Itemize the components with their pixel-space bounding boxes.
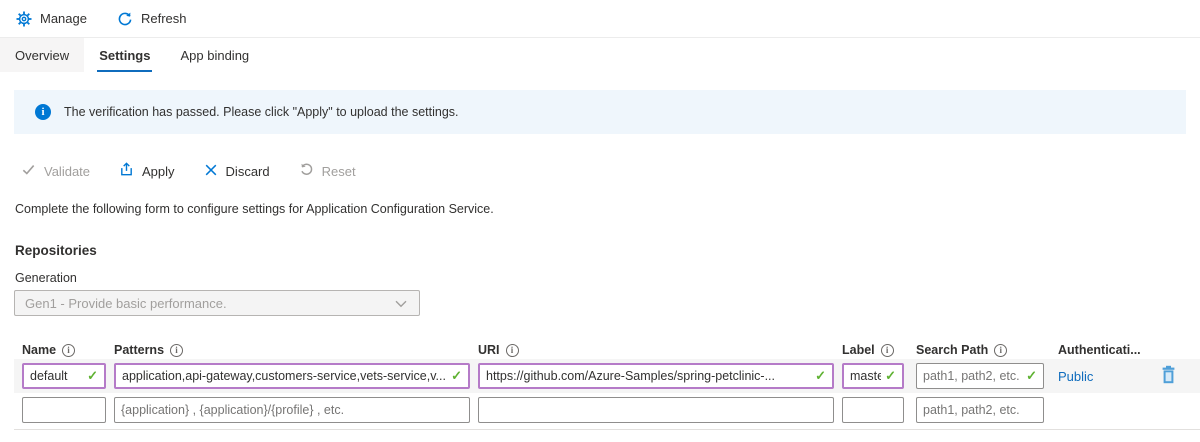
tab-overview-label: Overview xyxy=(15,48,69,63)
row2-label-input[interactable] xyxy=(849,403,897,417)
valid-check-icon: ✓ xyxy=(87,368,98,384)
apply-button[interactable]: Apply xyxy=(119,162,175,180)
check-icon xyxy=(21,162,36,180)
validate-button[interactable]: Validate xyxy=(21,162,90,180)
row1-uri-field[interactable]: ✓ xyxy=(478,363,834,389)
delete-row-button[interactable] xyxy=(1158,365,1178,387)
row1-name-input[interactable] xyxy=(30,369,83,383)
upload-icon xyxy=(119,162,134,180)
undo-arrow-icon xyxy=(299,162,314,180)
gear-icon xyxy=(16,11,32,27)
row1-label-input[interactable] xyxy=(850,369,881,383)
refresh-icon xyxy=(117,11,133,27)
header-search-path: Search Path i xyxy=(916,343,1044,357)
row1-patterns-input[interactable] xyxy=(122,369,447,383)
row2-label-field[interactable] xyxy=(842,397,904,423)
row2-uri-field[interactable] xyxy=(478,397,834,423)
row1-search-path-input[interactable] xyxy=(923,369,1022,383)
tab-bar: Overview Settings App binding xyxy=(0,38,1200,72)
row1-label-field[interactable]: ✓ xyxy=(842,363,904,389)
row1-name-field[interactable]: ✓ xyxy=(22,363,106,389)
info-icon[interactable]: i xyxy=(62,344,75,357)
chevron-down-icon xyxy=(395,296,407,311)
table-row xyxy=(14,393,1200,427)
row2-search-path-input[interactable] xyxy=(923,403,1037,417)
repositories-heading: Repositories xyxy=(15,243,1200,258)
header-authentication: Authenticati... xyxy=(1058,343,1141,357)
valid-check-icon: ✓ xyxy=(885,368,896,384)
generation-label: Generation xyxy=(15,271,1200,285)
info-icon[interactable]: i xyxy=(881,344,894,357)
tab-overview[interactable]: Overview xyxy=(0,38,84,72)
validate-label: Validate xyxy=(44,164,90,179)
row1-uri-input[interactable] xyxy=(486,369,811,383)
reset-button[interactable]: Reset xyxy=(299,162,356,180)
tab-settings-label: Settings xyxy=(99,48,150,63)
row1-patterns-field[interactable]: ✓ xyxy=(114,363,470,389)
manage-label: Manage xyxy=(40,11,87,26)
header-uri: URI i xyxy=(478,343,834,357)
tab-app-binding-label: App binding xyxy=(180,48,249,63)
discard-button[interactable]: Discard xyxy=(204,163,270,180)
repo-table-header: Name i Patterns i URI i Label i Search P… xyxy=(14,341,1200,359)
banner-text: The verification has passed. Please clic… xyxy=(64,105,459,119)
row2-name-field[interactable] xyxy=(22,397,106,423)
row1-authentication-link[interactable]: Public xyxy=(1058,369,1093,384)
header-name: Name i xyxy=(22,343,106,357)
row2-name-input[interactable] xyxy=(29,403,99,417)
top-toolbar: Manage Refresh xyxy=(0,0,1200,38)
info-icon[interactable]: i xyxy=(170,344,183,357)
table-row: ✓ ✓ ✓ ✓ ✓ Public xyxy=(14,359,1200,393)
form-description: Complete the following form to configure… xyxy=(15,202,1200,216)
generation-value: Gen1 - Provide basic performance. xyxy=(25,296,395,311)
generation-dropdown[interactable]: Gen1 - Provide basic performance. xyxy=(14,290,420,316)
header-label: Label i xyxy=(842,343,904,357)
apply-label: Apply xyxy=(142,164,175,179)
row2-uri-input[interactable] xyxy=(485,403,827,417)
info-icon[interactable]: i xyxy=(506,344,519,357)
info-icon: i xyxy=(35,104,51,120)
info-icon[interactable]: i xyxy=(994,344,1007,357)
valid-check-icon: ✓ xyxy=(1026,368,1037,384)
refresh-button[interactable]: Refresh xyxy=(117,11,187,27)
verification-banner: i The verification has passed. Please cl… xyxy=(14,90,1186,134)
row-separator xyxy=(14,429,1200,430)
row2-patterns-input[interactable] xyxy=(121,403,463,417)
valid-check-icon: ✓ xyxy=(451,368,462,384)
close-icon xyxy=(204,163,218,180)
command-bar: Validate Apply Discard Reset xyxy=(21,161,1200,181)
valid-check-icon: ✓ xyxy=(815,368,826,384)
header-patterns: Patterns i xyxy=(114,343,470,357)
tab-app-binding[interactable]: App binding xyxy=(165,38,264,72)
discard-label: Discard xyxy=(226,164,270,179)
refresh-label: Refresh xyxy=(141,11,187,26)
manage-button[interactable]: Manage xyxy=(16,11,87,27)
row2-search-path-field[interactable] xyxy=(916,397,1044,423)
reset-label: Reset xyxy=(322,164,356,179)
tab-settings[interactable]: Settings xyxy=(84,38,165,72)
trash-icon xyxy=(1160,365,1177,387)
row1-search-path-field[interactable]: ✓ xyxy=(916,363,1044,389)
row2-patterns-field[interactable] xyxy=(114,397,470,423)
